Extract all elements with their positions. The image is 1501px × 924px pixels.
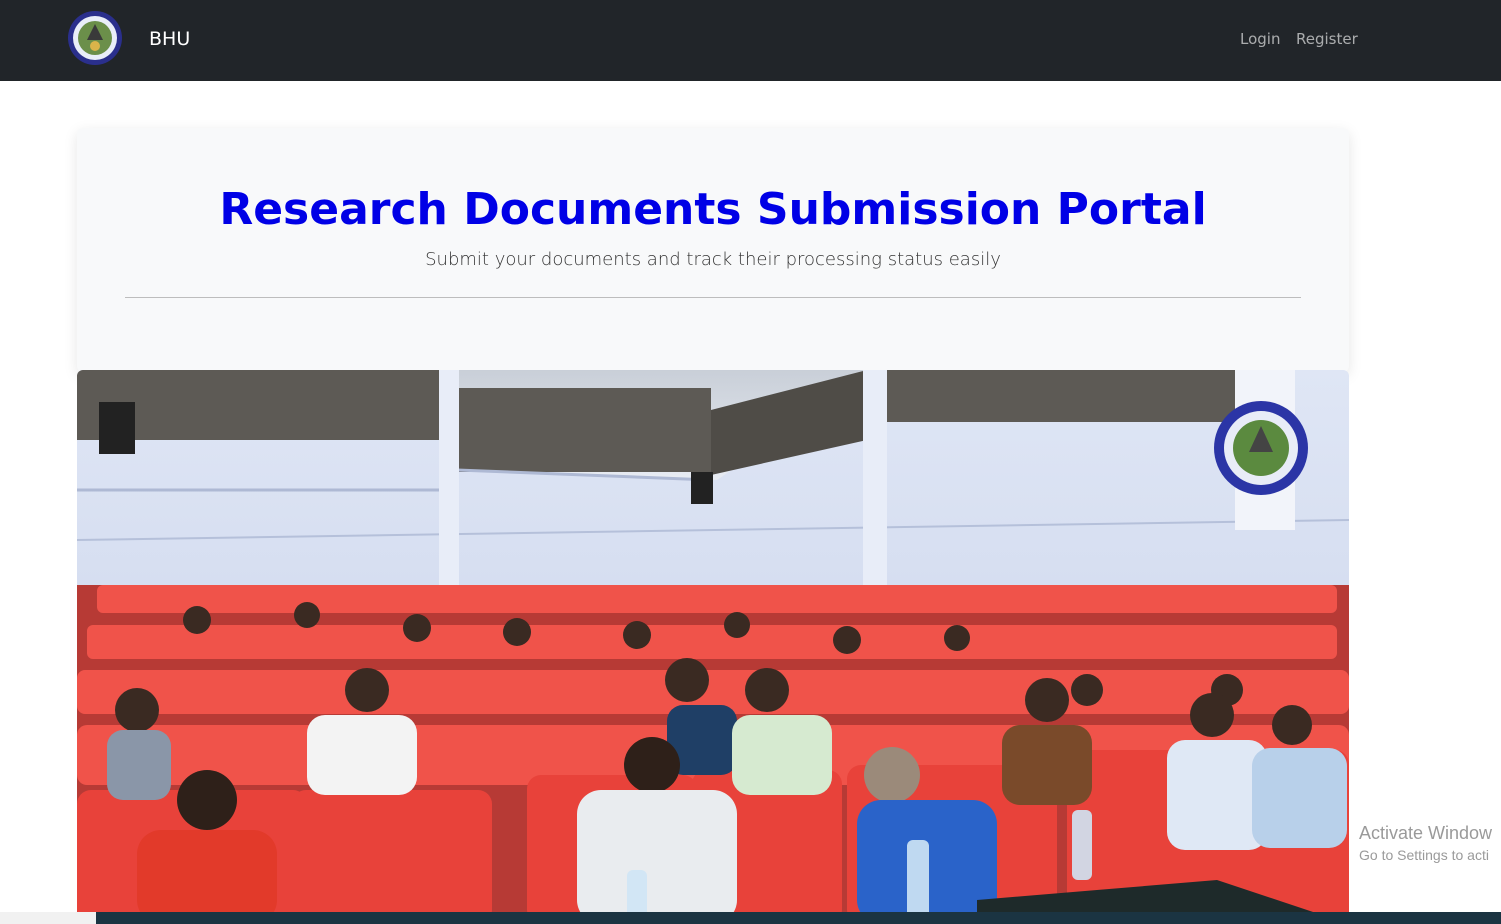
windows-activation-watermark: Activate Window Go to Settings to acti <box>1359 822 1492 864</box>
lecture-hall-photo <box>77 370 1349 924</box>
register-link[interactable]: Register <box>1296 29 1358 49</box>
divider <box>125 297 1301 298</box>
watermark-line-1: Activate Window <box>1359 823 1493 843</box>
watermark-line-2: Go to Settings to acti <box>1359 847 1489 863</box>
hero-card: Research Documents Submission Portal Sub… <box>77 128 1349 372</box>
page-subtitle: Submit your documents and track their pr… <box>425 249 1001 270</box>
login-link[interactable]: Login <box>1240 29 1280 49</box>
taskbar-start-area[interactable] <box>0 912 96 924</box>
os-taskbar[interactable] <box>0 912 1501 924</box>
brand-name[interactable]: BHU <box>149 27 190 51</box>
page-title: Research Documents Submission Portal <box>219 184 1207 235</box>
university-seal-icon[interactable] <box>67 10 123 66</box>
lecture-hall-illustration <box>77 370 1349 924</box>
top-navbar: BHU Login Register <box>0 0 1501 81</box>
